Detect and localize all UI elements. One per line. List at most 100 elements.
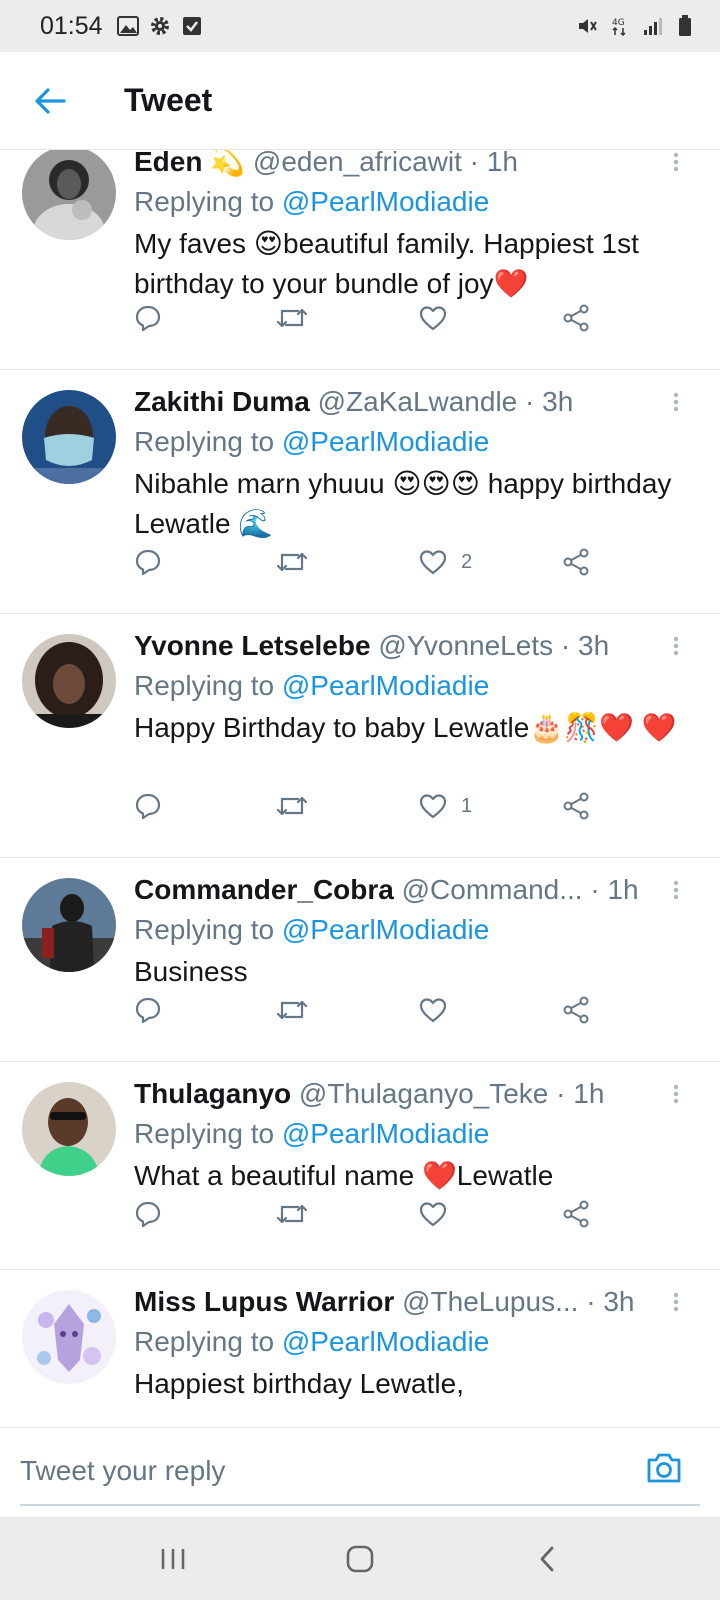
tweet-time: 3h <box>603 1286 635 1317</box>
author-handle[interactable]: @Thulaganyo_Teke <box>299 1078 548 1109</box>
tweet-header: Zakithi Duma @ZaKaLwandle · 3h <box>134 382 696 422</box>
more-options-button[interactable] <box>666 1282 686 1322</box>
more-vertical-icon <box>673 880 679 900</box>
tweet-header: Eden 💫 @eden_africawit · 1h <box>134 150 696 182</box>
author-name[interactable]: Miss Lupus Warrior <box>134 1286 394 1317</box>
heart-icon <box>419 998 447 1023</box>
replying-to: Replying to @PearlModiadie <box>134 1322 696 1362</box>
author-handle[interactable]: @YvonneLets <box>378 630 553 661</box>
more-options-button[interactable] <box>666 626 686 666</box>
tweet-reply[interactable]: Yvonne Letselebe @YvonneLets · 3h Replyi… <box>0 614 720 858</box>
status-time: 01:54 <box>40 11 103 40</box>
tweet-text: My faves 😍beautiful family. Happiest 1st… <box>134 228 639 299</box>
author-handle[interactable]: @ZaKaLwandle <box>318 386 518 417</box>
tweet-text: Happy Birthday to baby Lewatle🎂🎊❤️ ❤️ <box>134 712 677 743</box>
author-name[interactable]: Thulaganyo <box>134 1078 291 1109</box>
tweet-header: Commander_Cobra @Command... · 1h <box>134 870 696 910</box>
share-icon <box>563 996 589 1024</box>
replies-feed[interactable]: Eden 💫 @eden_africawit · 1h Replying to … <box>0 150 720 1427</box>
like-button[interactable] <box>419 1194 461 1234</box>
tweet-header: Yvonne Letselebe @YvonneLets · 3h <box>134 626 696 666</box>
tweet-content: Miss Lupus Warrior @TheLupus... · 3h Rep… <box>134 1282 696 1404</box>
more-vertical-icon <box>673 152 679 172</box>
replying-to: Replying to @PearlModiadie <box>134 422 696 462</box>
author-handle[interactable]: @TheLupus... <box>402 1286 578 1317</box>
share-button[interactable] <box>562 542 590 582</box>
app-header: Tweet <box>0 52 720 150</box>
avatar[interactable] <box>22 1082 116 1176</box>
author-handle[interactable]: @eden_africawit <box>253 150 462 177</box>
replying-to-mention[interactable]: @PearlModiadie <box>282 186 489 217</box>
svg-text:4G: 4G <box>612 18 625 28</box>
avatar[interactable] <box>22 150 116 240</box>
reply-button[interactable] <box>134 786 162 826</box>
author-handle[interactable]: @Command... <box>402 874 583 905</box>
avatar[interactable] <box>22 634 116 728</box>
replying-to-mention[interactable]: @PearlModiadie <box>282 426 489 457</box>
share-button[interactable] <box>562 990 590 1030</box>
replying-to-label: Replying to <box>134 1118 275 1149</box>
author-name[interactable]: Zakithi Duma <box>134 386 310 417</box>
retweet-button[interactable] <box>276 542 308 582</box>
tweet-actions: 1 <box>134 786 614 826</box>
recent-apps-button[interactable] <box>143 1529 203 1589</box>
like-button[interactable] <box>419 990 461 1030</box>
signal-icon <box>642 15 664 37</box>
more-options-button[interactable] <box>666 1074 686 1114</box>
status-system-icons: 4G <box>576 15 696 37</box>
author-name[interactable]: Commander_Cobra <box>134 874 394 905</box>
more-options-button[interactable] <box>666 870 686 910</box>
author-name[interactable]: Yvonne Letselebe <box>134 630 371 661</box>
retweet-button[interactable] <box>276 1194 308 1234</box>
retweet-button[interactable] <box>276 298 308 338</box>
tweet-content: Commander_Cobra @Command... · 1h Replyin… <box>134 870 696 992</box>
reply-icon <box>135 305 161 332</box>
like-count: 1 <box>461 794 473 817</box>
author-name[interactable]: Eden <box>134 150 202 177</box>
like-button[interactable] <box>419 298 461 338</box>
reply-button[interactable] <box>134 1194 162 1234</box>
reply-button[interactable] <box>134 542 162 582</box>
replying-to: Replying to @PearlModiadie <box>134 182 696 222</box>
share-button[interactable] <box>562 1194 590 1234</box>
more-options-button[interactable] <box>666 382 686 422</box>
reply-composer <box>0 1427 720 1517</box>
share-icon <box>563 1200 589 1228</box>
like-button[interactable]: 2 <box>419 542 472 582</box>
reply-icon <box>135 1201 161 1228</box>
heart-icon <box>419 550 447 575</box>
mute-icon <box>576 15 598 37</box>
tweet-text: What a beautiful name ❤️Lewatle <box>134 1160 554 1191</box>
heart-icon <box>419 1202 447 1227</box>
share-button[interactable] <box>562 786 590 826</box>
like-button[interactable]: 1 <box>419 786 472 826</box>
recent-apps-icon <box>162 1548 185 1569</box>
more-vertical-icon <box>673 636 679 656</box>
add-photo-button[interactable] <box>642 1446 686 1490</box>
tweet-reply[interactable]: Eden 💫 @eden_africawit · 1h Replying to … <box>0 150 720 370</box>
tweet-reply[interactable]: Thulaganyo @Thulaganyo_Teke · 1h Replyin… <box>0 1062 720 1270</box>
reply-icon <box>135 997 161 1024</box>
replying-to-mention[interactable]: @PearlModiadie <box>282 670 489 701</box>
back-button[interactable] <box>20 71 80 131</box>
avatar[interactable] <box>22 390 116 484</box>
tweet-actions <box>134 1194 614 1234</box>
reply-button[interactable] <box>134 298 162 338</box>
retweet-icon <box>276 1000 308 1020</box>
replying-to-mention[interactable]: @PearlModiadie <box>282 1326 489 1357</box>
retweet-button[interactable] <box>276 786 308 826</box>
tweet-reply[interactable]: Zakithi Duma @ZaKaLwandle · 3h Replying … <box>0 370 720 614</box>
replying-to-mention[interactable]: @PearlModiadie <box>282 914 489 945</box>
tweet-reply[interactable]: Commander_Cobra @Command... · 1h Replyin… <box>0 858 720 1062</box>
replying-to-mention[interactable]: @PearlModiadie <box>282 1118 489 1149</box>
home-button[interactable] <box>330 1529 390 1589</box>
share-button[interactable] <box>562 298 590 338</box>
reply-input[interactable] <box>20 1448 620 1494</box>
avatar[interactable] <box>22 878 116 972</box>
system-back-button[interactable] <box>517 1529 577 1589</box>
avatar[interactable] <box>22 1290 116 1384</box>
retweet-button[interactable] <box>276 990 308 1030</box>
tweet-reply[interactable]: Miss Lupus Warrior @TheLupus... · 3h Rep… <box>0 1270 720 1427</box>
more-options-button[interactable] <box>666 150 686 182</box>
reply-button[interactable] <box>134 990 162 1030</box>
